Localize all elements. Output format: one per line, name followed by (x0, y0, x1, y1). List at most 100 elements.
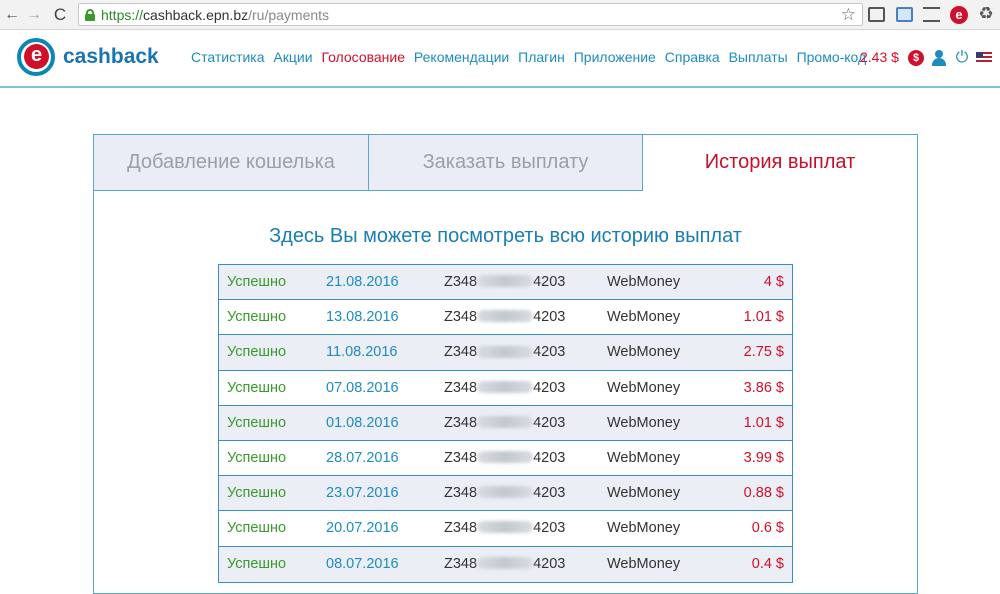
wallet-prefix: Z348 (444, 344, 478, 361)
payment-amount: 3.99 $ (743, 449, 784, 466)
table-row: Успешно 01.08.2016 Z348 4203 WebMoney 1.0… (219, 405, 792, 441)
menu-item-promotions[interactable]: Акции (273, 49, 312, 65)
payment-status: Успешно (227, 555, 287, 572)
payments-table: Успешно 21.08.2016 Z348 4203 WebMoney 4 $… (218, 264, 793, 583)
payment-system: WebMoney (607, 379, 681, 396)
payment-system: WebMoney (607, 309, 681, 326)
tab-payout-history[interactable]: История выплат (642, 134, 918, 191)
payment-wallet: Z348 4203 (444, 300, 565, 334)
panel-title: Здесь Вы можете посмотреть всю историю в… (269, 225, 742, 247)
payment-date: 21.08.2016 (326, 274, 399, 290)
menu-item-statistics[interactable]: Статистика (191, 49, 265, 65)
payment-system: WebMoney (607, 274, 681, 290)
table-row: Успешно 21.08.2016 Z348 4203 WebMoney 4 $ (219, 265, 792, 301)
wallet-prefix: Z348 (444, 274, 478, 290)
wallet-prefix: Z348 (444, 414, 478, 431)
payment-status: Успешно (227, 309, 287, 326)
bookmark-star-icon[interactable]: ☆ (841, 5, 856, 25)
menu-item-payouts[interactable]: Выплаты (729, 49, 788, 65)
wallet-blur (477, 521, 534, 534)
extension-screenshot-icon[interactable] (896, 7, 913, 22)
extension-window-icon[interactable] (923, 7, 940, 22)
payment-wallet: Z348 4203 (444, 441, 565, 475)
payment-wallet: Z348 4203 (444, 265, 565, 299)
coin-icon[interactable]: $ (908, 50, 924, 66)
payment-amount: 1.01 $ (743, 414, 784, 431)
wallet-prefix: Z348 (444, 309, 478, 326)
wallet-blur (477, 556, 534, 569)
menu-item-app[interactable]: Приложение (574, 49, 656, 65)
wallet-prefix: Z348 (444, 555, 478, 572)
table-row: Успешно 07.08.2016 Z348 4203 WebMoney 3.8… (219, 370, 792, 406)
payment-date: 28.07.2016 (326, 449, 399, 466)
logout-power-icon[interactable]: ⏻ (954, 50, 970, 66)
table-row: Успешно 11.08.2016 Z348 4203 WebMoney 2.7… (219, 335, 792, 371)
wallet-blur (477, 380, 534, 393)
payment-system: WebMoney (607, 520, 681, 537)
logo-text: cashback (63, 45, 159, 68)
payment-system: WebMoney (607, 485, 681, 502)
payment-amount: 3.86 $ (743, 379, 784, 396)
table-row: Успешно 23.07.2016 Z348 4203 WebMoney 0.8… (219, 476, 792, 512)
wallet-blur (477, 486, 534, 499)
payment-system: WebMoney (607, 414, 681, 431)
language-flag-icon[interactable] (976, 52, 992, 64)
site-header: e cashback Статистика Акции Голосование … (0, 30, 1000, 88)
balance-amount[interactable]: 2.43 $ (860, 49, 899, 65)
menu-item-voting[interactable]: Голосование (321, 49, 405, 65)
menu-item-plugin[interactable]: Плагин (518, 49, 565, 65)
wallet-blur (477, 415, 534, 428)
payment-date: 13.08.2016 (326, 309, 399, 326)
payment-amount: 0.88 $ (743, 485, 784, 502)
url-scheme: https:// (101, 7, 144, 23)
tab-request-payout[interactable]: Заказать выплату (368, 134, 643, 191)
address-bar[interactable]: https://cashback.epn.bz/ru/payments ☆ (78, 3, 863, 26)
payment-wallet: Z348 4203 (444, 511, 565, 545)
wallet-suffix: 4203 (533, 449, 566, 466)
extension-recycle-icon[interactable]: ♻ (976, 4, 996, 23)
wallet-blur (477, 451, 534, 464)
table-row: Успешно 08.07.2016 Z348 4203 WebMoney 0.4… (219, 546, 792, 582)
payment-status: Успешно (227, 520, 287, 537)
menu-item-recommendations[interactable]: Рекомендации (414, 49, 509, 65)
user-icon[interactable] (931, 50, 947, 66)
payment-status: Успешно (227, 274, 287, 290)
payment-date: 07.08.2016 (326, 379, 399, 396)
payment-system: WebMoney (607, 344, 681, 361)
cashback-logo[interactable]: e cashback (17, 38, 159, 78)
payment-status: Успешно (227, 379, 287, 396)
extension-epn-icon[interactable]: e (950, 6, 968, 24)
wallet-blur (477, 345, 534, 358)
menu-item-promo-code[interactable]: Промо-код (797, 49, 867, 65)
wallet-suffix: 4203 (533, 414, 566, 431)
reload-icon[interactable]: C (50, 5, 70, 25)
payment-status: Успешно (227, 344, 287, 361)
payment-wallet: Z348 4203 (444, 406, 565, 440)
forward-arrow-icon[interactable]: → (24, 5, 44, 25)
wallet-prefix: Z348 (444, 520, 478, 537)
payments-tabs: Добавление кошелька Заказать выплату Ист… (93, 134, 918, 191)
wallet-suffix: 4203 (533, 379, 566, 396)
tab-add-wallet[interactable]: Добавление кошелька (93, 134, 369, 191)
payment-date: 01.08.2016 (326, 414, 399, 431)
payment-amount: 0.6 $ (751, 520, 784, 537)
wallet-blur (477, 310, 534, 323)
wallet-suffix: 4203 (533, 344, 566, 361)
wallet-suffix: 4203 (533, 485, 566, 502)
payment-wallet: Z348 4203 (444, 335, 565, 369)
extension-reader-icon[interactable] (868, 7, 885, 22)
url-text[interactable]: https://cashback.epn.bz/ru/payments (101, 7, 329, 23)
table-row: Успешно 13.08.2016 Z348 4203 WebMoney 1.0… (219, 300, 792, 336)
payment-date: 11.08.2016 (326, 344, 398, 361)
payment-status: Успешно (227, 449, 287, 466)
payment-status: Успешно (227, 485, 287, 502)
wallet-suffix: 4203 (533, 555, 566, 572)
payment-amount: 0.4 $ (751, 555, 784, 572)
payment-wallet: Z348 4203 (444, 476, 565, 510)
main-menu: Статистика Акции Голосование Рекомендаци… (191, 49, 871, 69)
payment-amount: 4 $ (763, 274, 784, 290)
wallet-suffix: 4203 (533, 520, 566, 537)
menu-item-help[interactable]: Справка (665, 49, 720, 65)
wallet-blur (477, 275, 534, 288)
back-arrow-icon[interactable]: ← (2, 5, 22, 25)
